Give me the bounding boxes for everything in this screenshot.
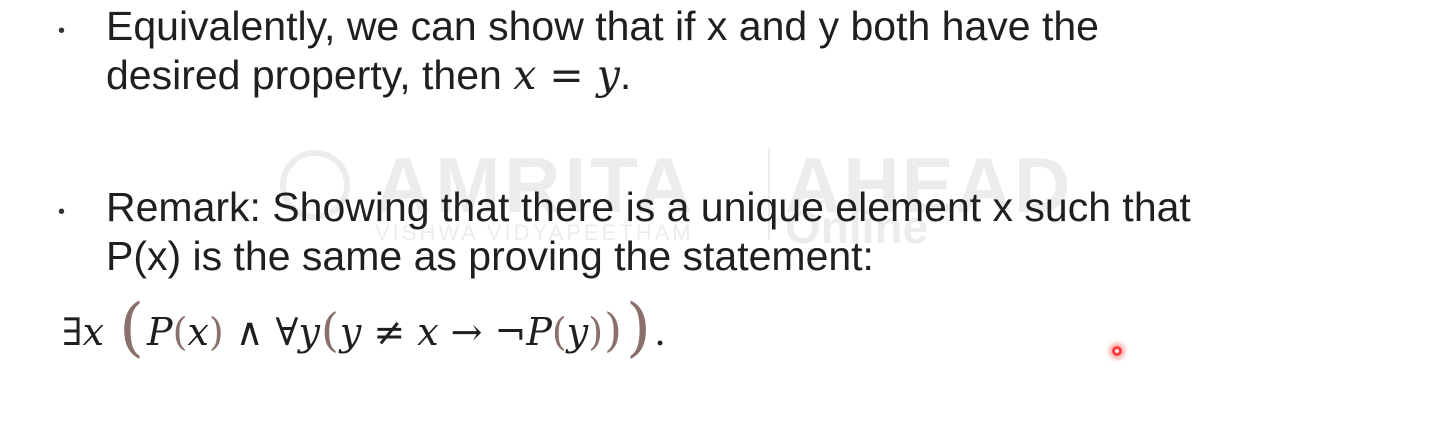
formula-forall-symbol: ∀ (275, 310, 299, 354)
bullet-marker-1: • (58, 20, 66, 42)
formula-open-big-paren: ( (119, 291, 145, 365)
bullet-2-line-2: P(x) is the same as proving the statemen… (106, 233, 874, 279)
formula-and-symbol: ∧ (235, 310, 264, 354)
formula-not-equal-symbol: ≠ (373, 310, 406, 354)
formula-exists-symbol: ∃ (62, 310, 83, 354)
math-y: y (596, 51, 620, 99)
formula-y: y (566, 310, 589, 354)
formula-P: P (147, 310, 173, 354)
bullet-1-line-2-suffix: . (619, 52, 632, 98)
bullet-equivalently: Equivalently, we can show that if x and … (106, 2, 1099, 100)
formula-period: . (653, 310, 667, 354)
formula-y: y (298, 310, 320, 354)
formula-x: x (187, 310, 209, 354)
bullet-1-line-1: Equivalently, we can show that if x and … (106, 3, 1099, 49)
formula-y: y (339, 310, 362, 354)
bullet-1-line-2: desired property, then x = y. (106, 51, 1099, 100)
formula-x: x (82, 310, 105, 354)
formula-negation-symbol: ¬ (494, 310, 527, 354)
bullet-remark: Remark: Showing that there is a unique e… (106, 183, 1191, 281)
formula-close-big-paren: ) (625, 291, 651, 365)
math-equals: = (536, 51, 597, 99)
formula-P: P (526, 310, 552, 354)
formula-close-mid-paren: ) (604, 303, 622, 357)
formula-open-paren: ( (172, 310, 188, 354)
formula-x: x (417, 310, 439, 354)
formula-close-paren: ) (208, 310, 224, 354)
formula-open-paren: ( (551, 310, 567, 354)
bullet-marker-2: • (58, 201, 66, 223)
formula-implies-arrow: → (450, 310, 483, 354)
math-x: x (513, 51, 537, 99)
bullet-2-line-1: Remark: Showing that there is a unique e… (106, 184, 1191, 230)
bullet-1-line-2-prefix: desired property, then (106, 52, 514, 98)
formula-close-paren: ) (588, 310, 604, 354)
formula-open-mid-paren: ( (320, 303, 339, 357)
uniqueness-formula: ∃ x ( P ( x ) ∧ ∀ y ( y ≠ x → ¬ P ( y ) … (62, 296, 667, 364)
laser-pointer-dot (1112, 346, 1122, 356)
